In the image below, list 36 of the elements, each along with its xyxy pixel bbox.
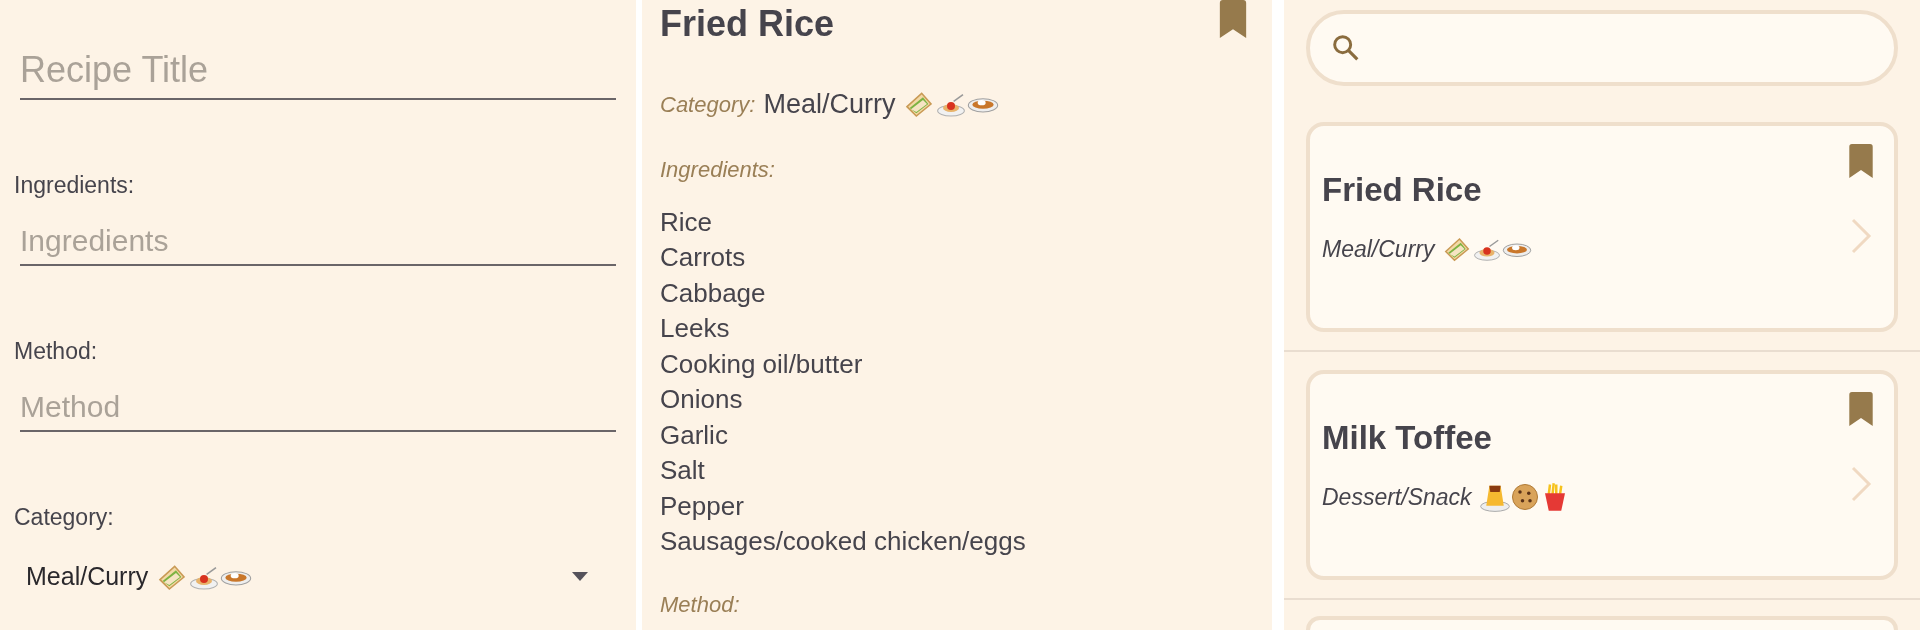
ingredient-item: Rice — [660, 205, 713, 239]
ingredient-item: Sausages/cooked chicken/eggs — [660, 525, 1027, 558]
ingredient-item: Pepper — [660, 489, 745, 523]
field-label: Ingredients: — [14, 171, 136, 200]
section-label: Method: — [660, 590, 741, 619]
field-label: Method: — [14, 337, 99, 366]
text-field[interactable]: Ingredients — [20, 222, 616, 260]
recipe-title: Fried Rice — [1322, 170, 1483, 210]
ingredient-item: Carrots — [660, 241, 747, 274]
ingredient-item: Garlic — [660, 418, 729, 452]
bookmark-icon[interactable] — [1848, 392, 1874, 426]
title-field[interactable]: Recipe Title — [20, 48, 616, 92]
ingredient-item: Onions — [660, 383, 744, 416]
bookmark-icon[interactable] — [1848, 144, 1874, 178]
ingredient-item: Salt — [660, 454, 706, 487]
text-field[interactable]: Method — [20, 388, 616, 426]
ingredient-item: Cooking oil/butter — [660, 347, 864, 381]
chevron-right-icon — [1850, 466, 1872, 502]
section-label: Ingredients: — [660, 155, 776, 184]
category-label: Category: — [660, 90, 756, 119]
dropdown-value: Meal/Curry — [26, 561, 149, 592]
cookie-icon — [1509, 482, 1540, 513]
category-dropdown[interactable]: Meal/Curry — [26, 558, 616, 596]
recipe-category: Dessert/Snack — [1322, 483, 1472, 512]
category-value: Meal/Curry — [763, 88, 896, 121]
recipe-category: Meal/Curry — [1322, 235, 1435, 264]
ingredient-item: Leeks — [660, 312, 731, 345]
recipe-card[interactable]: Fried Rice Meal/Curry — [1306, 122, 1898, 332]
caret-icon — [572, 572, 588, 582]
bookmark-icon[interactable] — [1218, 0, 1248, 38]
recipe-title: Milk Toffee — [1322, 418, 1493, 458]
field-label: Category: — [14, 503, 115, 532]
recipe-card[interactable]: Milk Toffee Dessert/Snack — [1306, 370, 1898, 580]
chevron-right-icon — [1850, 218, 1872, 254]
ingredient-item: Cabbage — [660, 276, 767, 310]
recipe-title: Fried Rice — [660, 2, 835, 46]
